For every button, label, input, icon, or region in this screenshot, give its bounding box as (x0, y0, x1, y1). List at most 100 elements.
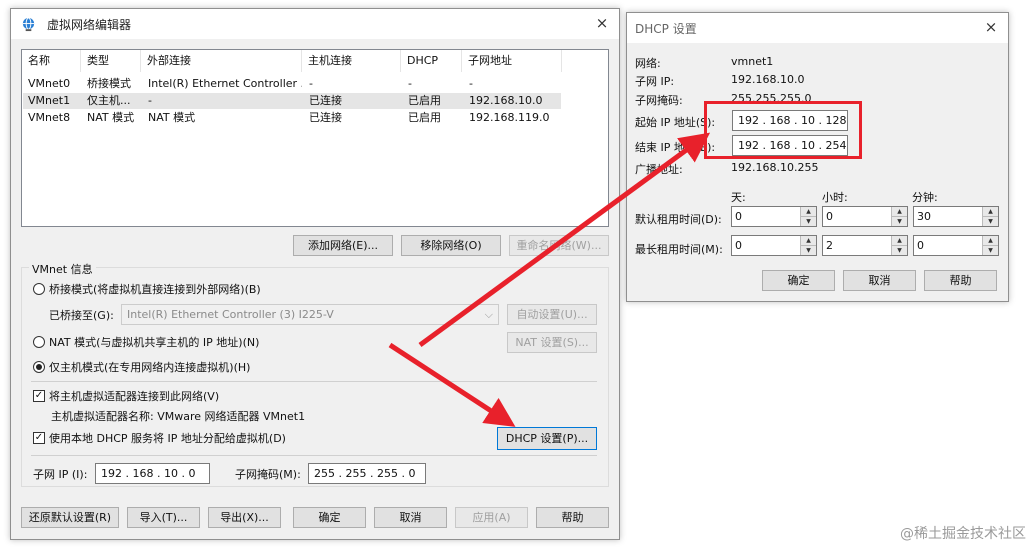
default-lease-days-stepper[interactable]: 0 ▲ ▼ (731, 206, 817, 227)
bridged-to-select[interactable]: Intel(R) Ethernet Controller (3) I225-V … (121, 304, 499, 325)
close-icon[interactable]: × (982, 18, 1000, 36)
bridged-to-label: 已桥接至(G): (49, 309, 114, 322)
stepper-down-icon[interactable]: ▼ (982, 217, 998, 226)
stepper-up-icon[interactable]: ▲ (800, 236, 816, 246)
export-button[interactable]: 导出(X)... (208, 507, 281, 528)
ok-button[interactable]: 确定 (293, 507, 366, 528)
subnet-ip-label: 子网 IP: (635, 75, 675, 88)
use-dhcp-checkbox[interactable]: ✓ (33, 432, 45, 444)
stepper-value: 0 (917, 239, 924, 252)
cell-subnet: 192.168.119.0 (469, 111, 550, 124)
broadcast-label: 广播地址: (635, 163, 683, 176)
column-header-type[interactable]: 类型 (81, 50, 141, 72)
restore-defaults-button[interactable]: 还原默认设置(R) (21, 507, 119, 528)
stepper-up-icon[interactable]: ▲ (891, 236, 907, 246)
network-list[interactable]: 名称 类型 外部连接 主机连接 DHCP 子网地址 VMnet0 桥接模式 In… (21, 49, 609, 227)
divider (31, 455, 597, 456)
cell-subnet: - (469, 77, 473, 90)
host-only-radio-label: 仅主机模式(在专用网络内连接虚拟机)(H) (49, 361, 251, 374)
subnet-ip-label: 子网 IP (I): (33, 468, 88, 481)
cell-dhcp: - (408, 77, 412, 90)
help-button[interactable]: 帮助 (536, 507, 609, 528)
close-icon[interactable]: × (593, 14, 611, 32)
cell-external: Intel(R) Ethernet Controller ... (148, 77, 302, 90)
cell-dhcp: 已启用 (408, 111, 441, 124)
subnet-mask-input[interactable]: 255 . 255 . 255 . 0 (308, 463, 426, 484)
subnet-ip-input[interactable]: 192 . 168 . 10 . 0 (95, 463, 210, 484)
max-lease-hours-stepper[interactable]: 2 ▲ ▼ (822, 235, 908, 256)
title-bar: 虚拟网络编辑器 × (11, 9, 619, 39)
stepper-down-icon[interactable]: ▼ (891, 246, 907, 255)
cell-external: - (148, 94, 152, 107)
window-title: 虚拟网络编辑器 (47, 18, 132, 32)
add-network-button[interactable]: 添加网络(E)... (293, 235, 393, 256)
stepper-value: 0 (735, 239, 742, 252)
window-title: DHCP 设置 (635, 22, 697, 36)
network-value: vmnet1 (731, 55, 774, 68)
cell-host: 已连接 (309, 94, 342, 107)
dhcp-settings-button[interactable]: DHCP 设置(P)... (497, 427, 597, 450)
max-lease-label: 最长租用时间(M): (635, 243, 723, 256)
cell-type: 仅主机... (87, 94, 131, 107)
remove-network-button[interactable]: 移除网络(O) (401, 235, 501, 256)
cell-dhcp: 已启用 (408, 94, 441, 107)
cell-external: NAT 模式 (148, 111, 196, 124)
column-header-host[interactable]: 主机连接 (302, 50, 401, 72)
subnet-mask-label: 子网掩码: (635, 94, 683, 107)
default-lease-hours-stepper[interactable]: 0 ▲ ▼ (822, 206, 908, 227)
stepper-down-icon[interactable]: ▼ (891, 217, 907, 226)
default-lease-label: 默认租用时间(D): (635, 213, 722, 226)
auto-settings-button[interactable]: 自动设置(U)... (507, 304, 597, 325)
nat-settings-button[interactable]: NAT 设置(S)... (507, 332, 597, 353)
highlight-box (704, 101, 862, 159)
column-header-external[interactable]: 外部连接 (141, 50, 302, 72)
cancel-button[interactable]: 取消 (374, 507, 447, 528)
stepper-value: 0 (735, 210, 742, 223)
stepper-down-icon[interactable]: ▼ (800, 217, 816, 226)
bridged-radio-label: 桥接模式(将虚拟机直接连接到外部网络)(B) (49, 283, 261, 296)
column-header-subnet[interactable]: 子网地址 (462, 50, 562, 72)
stepper-down-icon[interactable]: ▼ (800, 246, 816, 255)
divider (31, 381, 597, 382)
bridged-radio[interactable] (33, 283, 45, 295)
table-row-selected[interactable]: VMnet1 仅主机... - 已连接 已启用 192.168.10.0 (23, 93, 561, 109)
stepper-value: 0 (826, 210, 833, 223)
watermark: @稀土掘金技术社区 (900, 526, 1026, 542)
rename-network-button[interactable]: 重命名网络(W)... (509, 235, 609, 256)
help-button[interactable]: 帮助 (924, 270, 997, 291)
stepper-up-icon[interactable]: ▲ (800, 207, 816, 217)
nat-radio[interactable] (33, 336, 45, 348)
subnet-mask-label: 子网掩码(M): (235, 468, 301, 481)
column-header-dhcp[interactable]: DHCP (401, 50, 462, 72)
cell-type: 桥接模式 (87, 77, 131, 90)
default-lease-minutes-stepper[interactable]: 30 ▲ ▼ (913, 206, 999, 227)
subnet-ip-value: 192.168.10.0 (731, 73, 805, 86)
stepper-down-icon[interactable]: ▼ (982, 246, 998, 255)
cell-name: VMnet1 (28, 94, 71, 107)
apply-button[interactable]: 应用(A) (455, 507, 528, 528)
stepper-up-icon[interactable]: ▲ (982, 236, 998, 246)
stepper-up-icon[interactable]: ▲ (982, 207, 998, 217)
import-button[interactable]: 导入(T)... (127, 507, 200, 528)
ok-button[interactable]: 确定 (762, 270, 835, 291)
hours-header: 小时: (822, 191, 848, 204)
adapter-name-text: 主机虚拟适配器名称: VMware 网络适配器 VMnet1 (51, 410, 306, 423)
table-row[interactable]: VMnet8 NAT 模式 NAT 模式 已连接 已启用 192.168.119… (23, 110, 561, 126)
cell-host: - (309, 77, 313, 90)
cancel-button[interactable]: 取消 (843, 270, 916, 291)
minutes-header: 分钟: (912, 191, 938, 204)
column-header-name[interactable]: 名称 (22, 50, 81, 72)
cell-name: VMnet8 (28, 111, 71, 124)
max-lease-minutes-stepper[interactable]: 0 ▲ ▼ (913, 235, 999, 256)
table-row[interactable]: VMnet0 桥接模式 Intel(R) Ethernet Controller… (23, 76, 561, 92)
stepper-up-icon[interactable]: ▲ (891, 207, 907, 217)
cell-host: 已连接 (309, 111, 342, 124)
cell-type: NAT 模式 (87, 111, 135, 124)
bridged-to-value: Intel(R) Ethernet Controller (3) I225-V (127, 308, 334, 321)
connect-adapter-checkbox[interactable]: ✓ (33, 390, 45, 402)
vmnet-info-label: VMnet 信息 (29, 261, 96, 277)
max-lease-days-stepper[interactable]: 0 ▲ ▼ (731, 235, 817, 256)
stepper-value: 30 (917, 210, 931, 223)
host-only-radio[interactable] (33, 361, 45, 373)
days-header: 天: (731, 191, 746, 204)
